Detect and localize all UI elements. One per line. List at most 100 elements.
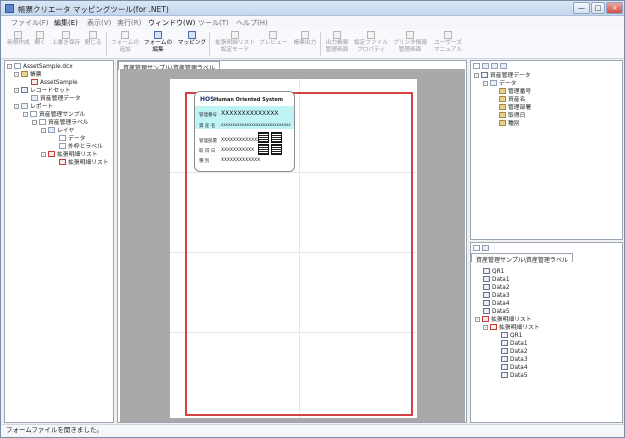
new-button[interactable]: 新規作成: [7, 31, 30, 47]
asset-label-card[interactable]: HOS Human Oriented System 管理番号 XXXXXXXXX…: [194, 91, 295, 172]
edit-icon[interactable]: [491, 63, 498, 69]
field-node[interactable]: 種別: [499, 120, 520, 128]
tree-node-asset-sample-report[interactable]: - 資産管理サンプル: [23, 111, 85, 119]
tree-node-layer[interactable]: - レイヤ: [41, 127, 74, 135]
object-node[interactable]: Data3: [483, 292, 510, 300]
tree-node-asset-data[interactable]: - 資産管理データ: [474, 72, 531, 80]
object-node[interactable]: Data2: [483, 284, 510, 292]
output-manager-button[interactable]: 出力帳票 管理画面: [322, 31, 352, 54]
extended-list-mode-button[interactable]: 拡張明細リスト 設定モード: [213, 31, 257, 54]
tree-node-label: 帳票: [30, 72, 42, 78]
object-node[interactable]: Data2: [501, 348, 528, 356]
field-node[interactable]: 資産名: [499, 96, 525, 104]
field-node[interactable]: 取得日: [499, 112, 525, 120]
maximize-button[interactable]: □: [591, 2, 605, 14]
tree-node-root[interactable]: - AssetSample.dcx: [7, 63, 73, 71]
tree-node-frame-layer[interactable]: 外枠とラベル: [59, 143, 103, 151]
edit-form-button[interactable]: フォームの 編集: [142, 31, 174, 54]
collapse-icon[interactable]: -: [7, 64, 12, 69]
collapse-icon[interactable]: -: [41, 128, 46, 133]
printer-manager-button[interactable]: プリンタ情報 管理画面: [391, 31, 429, 54]
design-canvas[interactable]: HOS Human Oriented System 管理番号 XXXXXXXXX…: [120, 69, 465, 422]
tree-node-asset-sample[interactable]: AssetSample: [31, 79, 78, 87]
data-object-icon: [483, 284, 490, 290]
tree-node-label: 拡張明細リスト: [68, 160, 109, 166]
object-node[interactable]: QR1: [501, 332, 522, 340]
printer-icon: [406, 31, 414, 39]
properties-icon[interactable]: [482, 245, 489, 251]
field-node[interactable]: 管理番号: [499, 88, 531, 96]
tree-node-label: 資産管理データ: [40, 96, 81, 102]
object-node[interactable]: Data5: [501, 372, 528, 380]
save-button[interactable]: 上書き保存: [50, 31, 82, 47]
new-icon[interactable]: [473, 63, 480, 69]
data-object-icon: [501, 340, 508, 346]
menu-window[interactable]: ウィンドウ(W): [148, 18, 195, 28]
preview-button[interactable]: プレビュー: [259, 31, 287, 47]
object-node[interactable]: Data4: [501, 364, 528, 372]
tree-node-data-layer[interactable]: データ: [59, 135, 85, 143]
tree-node-extended-list[interactable]: - 拡張明細リスト: [41, 151, 98, 159]
menu-file[interactable]: ファイル(F): [11, 18, 49, 28]
collapse-icon[interactable]: -: [483, 81, 488, 86]
grid-icon[interactable]: [473, 245, 480, 251]
collapse-icon[interactable]: -: [475, 317, 480, 322]
tree-node-forms[interactable]: - 帳票: [14, 71, 42, 79]
menu-help[interactable]: ヘルプ(H): [236, 18, 268, 28]
menu-edit[interactable]: 編集(E): [54, 18, 78, 28]
mapping-button[interactable]: マッピング: [177, 31, 207, 47]
object-node[interactable]: - 拡張明細リスト: [475, 316, 532, 324]
collapse-icon[interactable]: -: [14, 72, 19, 77]
minimize-button[interactable]: —: [573, 2, 590, 14]
tree-node-data[interactable]: - データ: [483, 80, 516, 88]
tree-node-asset-label[interactable]: - 資産管理ラベル: [32, 119, 89, 127]
tree-node-label: AssetSample.dcx: [23, 64, 73, 70]
object-node[interactable]: Data1: [501, 340, 528, 348]
report-page-icon: [30, 111, 37, 117]
object-node[interactable]: Data3: [501, 356, 528, 364]
project-tree-panel: - AssetSample.dcx - 帳票 AssetSample - レコードセッ…: [4, 60, 114, 423]
collapse-icon[interactable]: -: [32, 120, 37, 125]
close-button[interactable]: ×: [606, 2, 623, 14]
menu-view[interactable]: 表示(V): [87, 18, 111, 28]
tree-node-asset-data[interactable]: 資産管理データ: [31, 95, 81, 103]
data-object-icon: [501, 348, 508, 354]
layer-item-icon: [59, 135, 66, 141]
title-bar[interactable]: 帳票クリエータ マッピングツール(for .NET) — □ ×: [1, 1, 624, 16]
selected-layout-frame[interactable]: HOS Human Oriented System 管理番号 XXXXXXXXX…: [185, 91, 413, 416]
object-node[interactable]: Data4: [483, 300, 510, 308]
tree-node-recordset[interactable]: - レコードセット: [14, 87, 71, 95]
settings-properties-button[interactable]: 設定ファイル プロパティ: [353, 31, 389, 54]
menu-run[interactable]: 実行(R): [117, 18, 141, 28]
object-node[interactable]: - 拡張明細リスト: [483, 324, 540, 332]
tree-node-extended-list-child[interactable]: 拡張明細リスト: [59, 159, 109, 167]
object-node[interactable]: Data1: [483, 276, 510, 284]
tree-node-label: データ: [499, 81, 517, 87]
field-node[interactable]: 管理部署: [499, 104, 531, 112]
add-form-button[interactable]: フォームの 追加: [110, 31, 140, 54]
menu-tools[interactable]: ツール(T): [198, 18, 229, 28]
settings-file-icon: [367, 31, 375, 39]
object-node[interactable]: QR1: [483, 268, 504, 276]
form-page[interactable]: HOS Human Oriented System 管理番号 XXXXXXXXX…: [170, 79, 417, 418]
user-manual-button[interactable]: ユーザーズ マニュアル: [431, 31, 465, 54]
copy-icon[interactable]: [482, 63, 489, 69]
output-button[interactable]: 帳票出力: [292, 31, 318, 47]
user-manual-label: ユーザーズ マニュアル: [433, 40, 463, 53]
collapse-icon[interactable]: -: [474, 73, 479, 78]
folder-icon: [21, 71, 28, 77]
collapse-icon[interactable]: -: [14, 104, 19, 109]
delete-icon[interactable]: [500, 63, 507, 69]
layer-icon: [48, 127, 55, 133]
output-manager-icon: [333, 31, 341, 39]
collapse-icon[interactable]: -: [41, 152, 46, 157]
tree-node-report[interactable]: - レポート: [14, 103, 53, 111]
open-button[interactable]: 開く: [32, 31, 48, 47]
object-node[interactable]: Data5: [483, 308, 510, 316]
tab-asset-label-objects[interactable]: 資産管理サンプル\資産管理ラベル: [471, 253, 573, 264]
field-icon: [499, 120, 506, 126]
close-file-button[interactable]: 閉じる: [83, 31, 103, 47]
collapse-icon[interactable]: -: [14, 88, 19, 93]
collapse-icon[interactable]: -: [483, 325, 488, 330]
collapse-icon[interactable]: -: [23, 112, 28, 117]
